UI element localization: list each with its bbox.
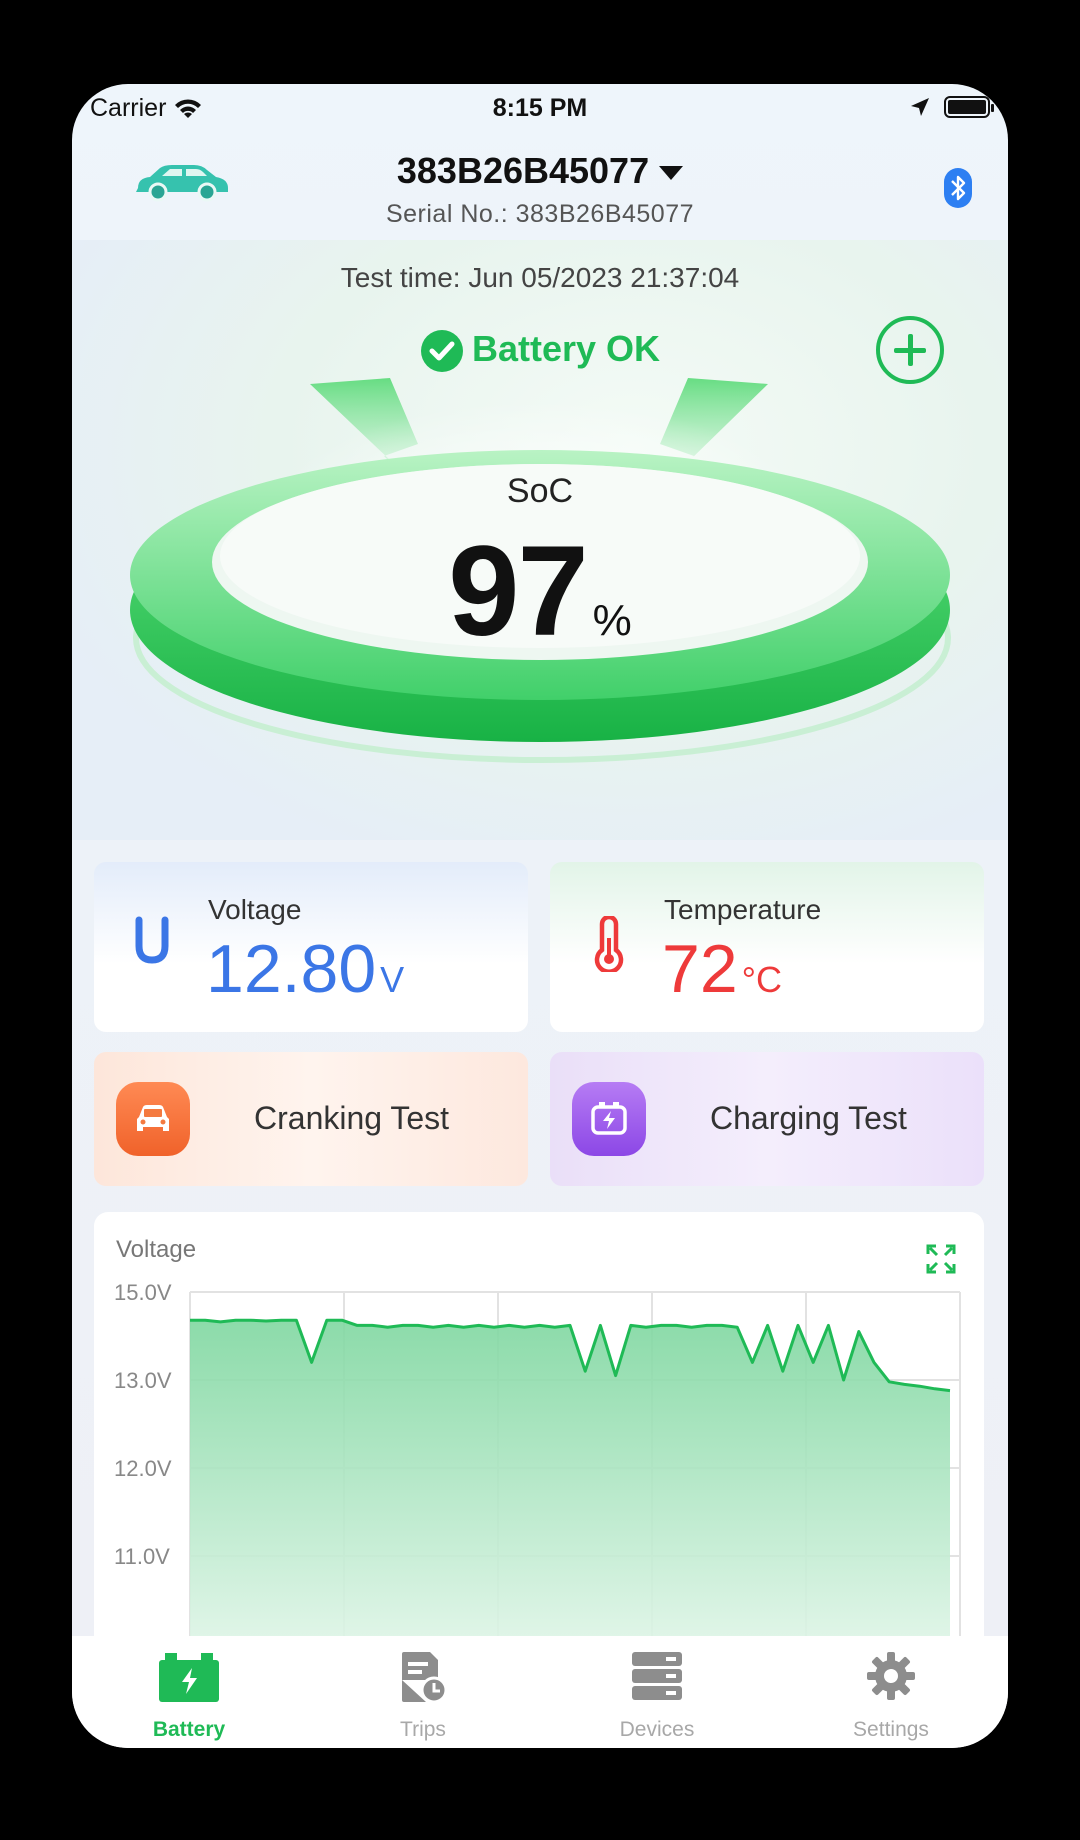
soc-value: 97% bbox=[72, 518, 1008, 665]
tab-devices-label: Devices bbox=[619, 1718, 695, 1741]
thermometer-icon bbox=[594, 916, 624, 972]
device-name: 383B26B45077 bbox=[396, 150, 650, 191]
check-circle-icon bbox=[420, 330, 463, 373]
soc-label: SoC bbox=[506, 472, 574, 510]
y-tick-label: 12.0V bbox=[114, 1456, 172, 1481]
header: 383B26B45077 Serial No.: 383B26B45077 bbox=[72, 140, 1008, 240]
voltage-number: 12.80 bbox=[206, 931, 377, 1007]
y-tick-label: 11.0V bbox=[114, 1544, 170, 1569]
voltage-chart-card: 15.0V 13.0V 12.0V 11.0V Voltage bbox=[94, 1212, 984, 1662]
trips-icon bbox=[402, 1652, 448, 1704]
temperature-label: Temperature bbox=[664, 894, 822, 925]
tab-battery[interactable]: Battery bbox=[72, 1636, 306, 1748]
expand-icon[interactable] bbox=[926, 1244, 956, 1274]
bluetooth-icon[interactable] bbox=[944, 168, 972, 208]
status-bar: Carrier 8:15 PM bbox=[72, 84, 1008, 140]
serial-number: Serial No.: 383B26B45077 bbox=[385, 200, 695, 228]
devices-icon bbox=[632, 1652, 682, 1700]
gear-icon bbox=[867, 1652, 915, 1700]
soc-unit: % bbox=[592, 596, 632, 645]
y-tick-label: 15.0V bbox=[114, 1280, 172, 1305]
temperature-unit: °C bbox=[741, 959, 783, 1000]
voltage-icon bbox=[135, 916, 169, 964]
temperature-value: 72 °C bbox=[662, 930, 782, 1008]
app-screen: Carrier 8:15 PM 383B26B45077 Serial No.:… bbox=[72, 84, 1008, 1748]
y-tick-label: 13.0V bbox=[114, 1368, 172, 1393]
charging-test-label: Charging Test bbox=[710, 1100, 907, 1136]
voltage-chart: 15.0V 13.0V 12.0V 11.0V bbox=[114, 1280, 961, 1662]
charging-badge bbox=[572, 1082, 646, 1156]
tab-trips-label: Trips bbox=[400, 1718, 446, 1741]
tab-devices[interactable]: Devices bbox=[540, 1636, 774, 1748]
tab-battery-label: Battery bbox=[152, 1718, 226, 1741]
tab-trips[interactable]: Trips bbox=[306, 1636, 540, 1748]
test-time: Test time: Jun 05/2023 21:37:04 bbox=[340, 262, 740, 293]
soc-number: 97 bbox=[448, 520, 588, 663]
voltage-area bbox=[190, 1320, 950, 1662]
tab-settings-label: Settings bbox=[853, 1718, 929, 1741]
car-front-icon bbox=[137, 1105, 169, 1131]
voltage-card: Voltage 12.80 V bbox=[94, 862, 528, 1032]
voltage-label: Voltage bbox=[208, 894, 302, 925]
temperature-card: Temperature 72 °C bbox=[550, 862, 984, 1032]
device-selector[interactable]: 383B26B45077 bbox=[72, 150, 1008, 192]
voltage-unit: V bbox=[380, 959, 405, 1000]
battery-status-text: Battery OK bbox=[471, 328, 661, 369]
voltage-value: 12.80 V bbox=[206, 930, 404, 1008]
chart-title: Voltage bbox=[116, 1236, 197, 1263]
location-arrow-icon bbox=[911, 98, 929, 116]
tab-settings[interactable]: Settings bbox=[774, 1636, 1008, 1748]
cranking-badge bbox=[116, 1082, 190, 1156]
battery-tab-icon bbox=[159, 1653, 219, 1702]
status-right bbox=[910, 96, 994, 118]
cranking-test-button[interactable]: Cranking Test bbox=[94, 1052, 528, 1186]
tab-bar: Battery Trips Devices Settings bbox=[72, 1636, 1008, 1748]
charging-test-button[interactable]: Charging Test bbox=[550, 1052, 984, 1186]
battery-status-icon bbox=[944, 96, 994, 118]
status-time: 8:15 PM bbox=[492, 94, 588, 122]
cranking-test-label: Cranking Test bbox=[254, 1100, 450, 1136]
temperature-number: 72 bbox=[662, 931, 738, 1007]
battery-status: Battery OK bbox=[72, 328, 1008, 373]
charging-battery-icon bbox=[591, 1102, 627, 1135]
caret-down-icon bbox=[659, 166, 684, 181]
hero-section: Test time: Jun 05/2023 21:37:04 Battery … bbox=[72, 240, 1008, 840]
